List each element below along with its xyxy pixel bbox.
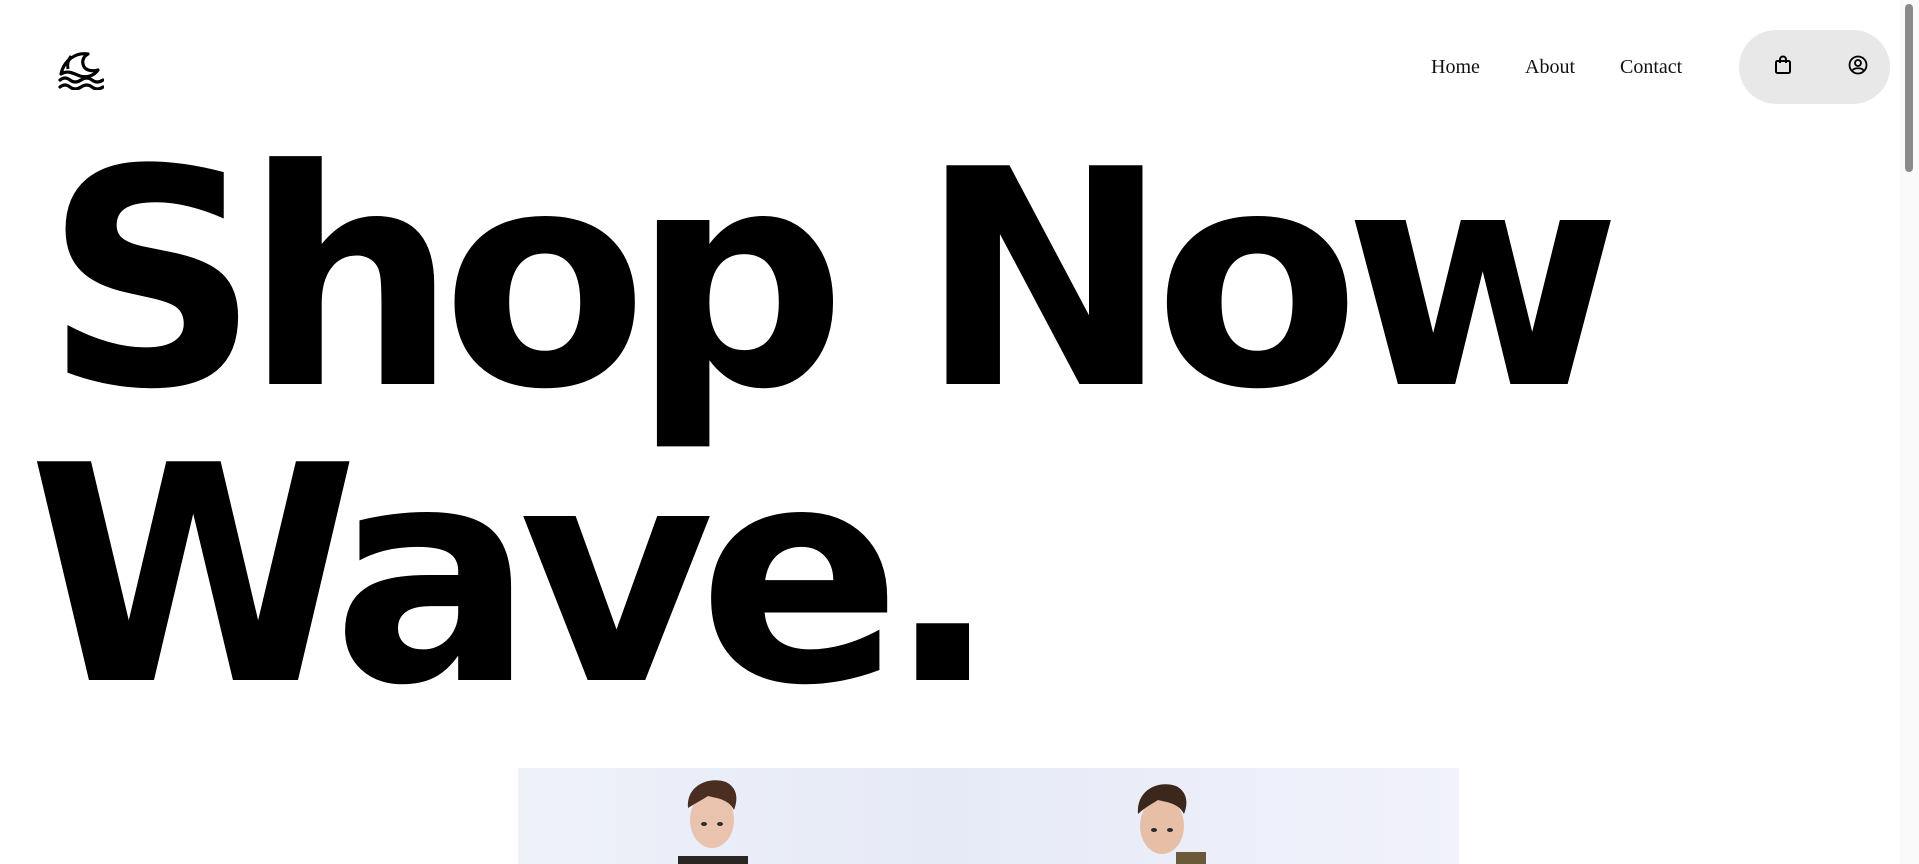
hero-banner-image	[518, 768, 1459, 864]
model-left-figure	[678, 780, 748, 864]
nav-about-link[interactable]: About	[1525, 56, 1575, 79]
account-button[interactable]	[1843, 52, 1873, 82]
hero-line-1: Shop Now	[44, 106, 1621, 455]
wave-logo-icon[interactable]	[58, 48, 105, 91]
model-right-figure	[1137, 784, 1206, 864]
nav-home-link[interactable]: Home	[1431, 56, 1480, 79]
cart-button[interactable]	[1768, 52, 1798, 82]
scrollbar-thumb[interactable]	[1905, 4, 1913, 172]
nav-contact-link[interactable]: Contact	[1620, 56, 1682, 79]
shopping-bag-icon	[1774, 55, 1792, 80]
hero-line-2: Wave.	[28, 402, 1000, 751]
user-circle-icon	[1848, 55, 1868, 80]
header-actions-pill	[1739, 30, 1890, 104]
vertical-scrollbar[interactable]	[1900, 0, 1919, 864]
